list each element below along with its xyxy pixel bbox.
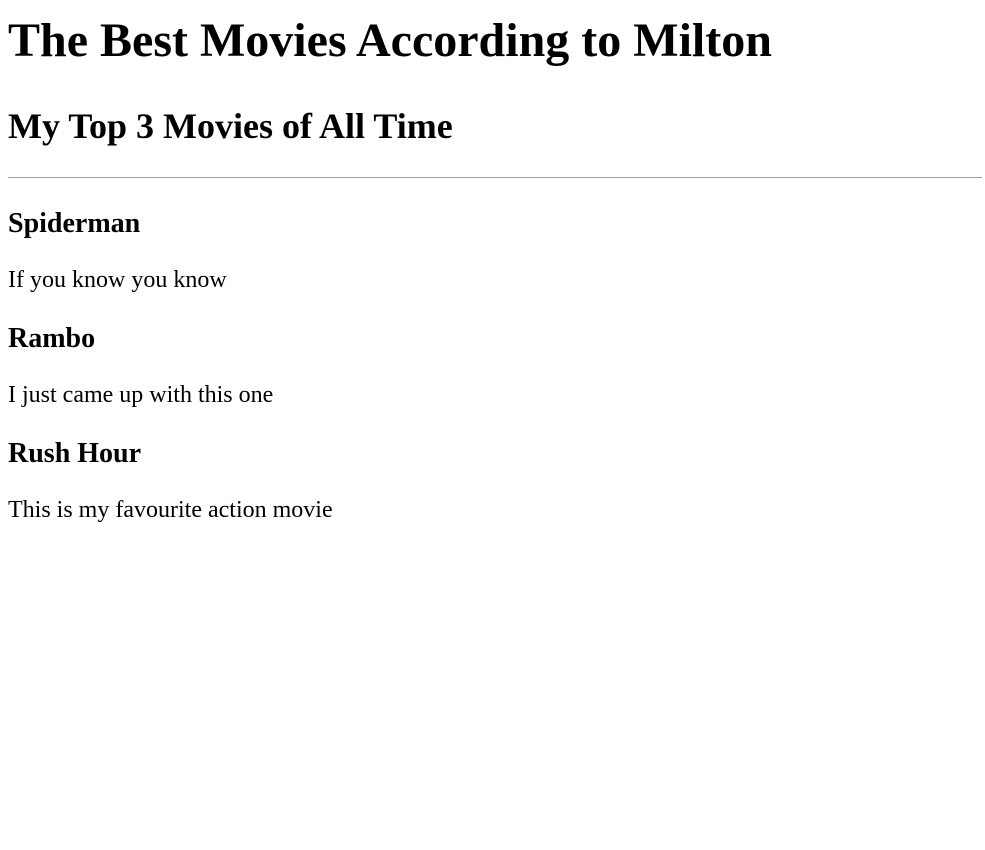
movie-description: I just came up with this one xyxy=(8,382,274,408)
movie-item: Spiderman If you know you know xyxy=(8,208,977,294)
movie-item: Rush Hour This is my favourite action mo… xyxy=(8,438,977,524)
movie-description: This is my favourite action movie xyxy=(8,497,333,523)
page-subtitle: My Top 3 Movies of All Time xyxy=(8,106,453,146)
movie-title: Rush Hour xyxy=(8,438,142,469)
movie-item: Rambo I just came up with this one xyxy=(8,323,977,409)
movie-title: Spiderman xyxy=(8,208,141,239)
movie-title: Rambo xyxy=(8,323,96,354)
page-content: The Best Movies According to Milton My T… xyxy=(0,0,985,524)
page-title: The Best Movies According to Milton xyxy=(8,14,772,67)
movie-description: If you know you know xyxy=(8,267,227,293)
horizontal-divider xyxy=(8,177,982,178)
movie-list: Spiderman If you know you know Rambo I j… xyxy=(8,208,977,524)
